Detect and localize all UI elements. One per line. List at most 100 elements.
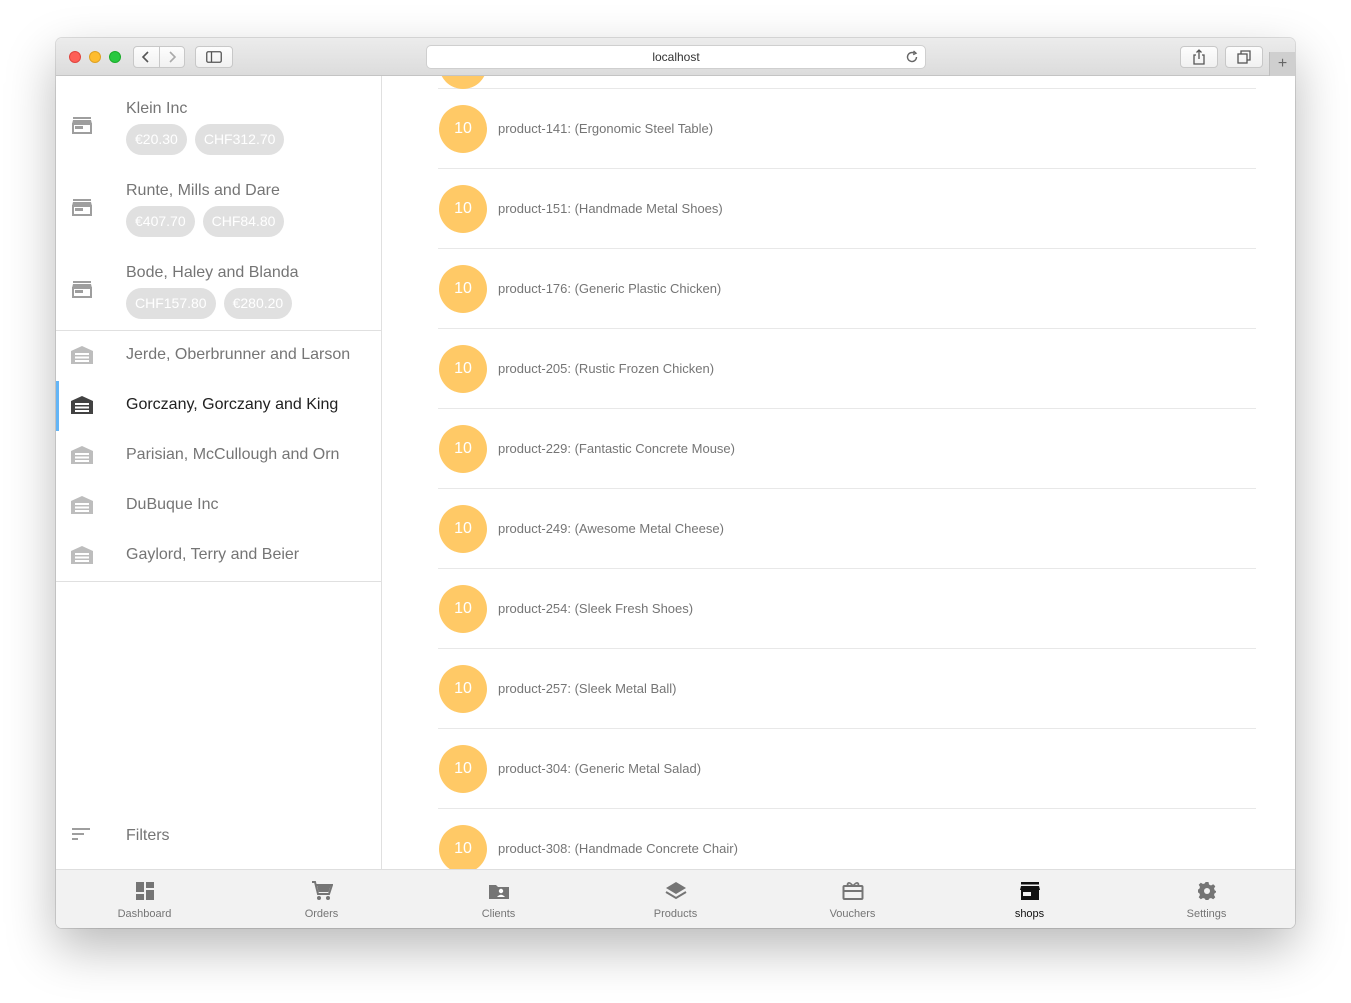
browser-window: localhost + Klein Inc €20.30 CHF312.70 R… [56, 38, 1295, 928]
cart-icon [311, 880, 333, 902]
product-label: product-205: (Rustic Frozen Chicken) [498, 361, 715, 376]
list-item[interactable]: 10 product-249: (Awesome Metal Cheese) [438, 489, 1256, 569]
warehouse-icon [70, 395, 94, 420]
dashboard-icon [135, 880, 155, 902]
close-window-button[interactable] [69, 51, 81, 63]
new-tab-button[interactable]: + [1269, 52, 1295, 76]
product-label: product-229: (Fantastic Concrete Mouse) [498, 441, 735, 456]
warehouse-item[interactable]: Jerde, Oberbrunner and Larson [56, 331, 381, 381]
product-list: 10 product-141: (Ergonomic Steel Table) … [438, 76, 1256, 869]
gear-icon [1197, 880, 1217, 902]
quantity-badge: 10 [439, 665, 487, 713]
shop-name: Bode, Haley and Blanda [126, 264, 299, 281]
nav-shops[interactable]: shops [941, 870, 1118, 928]
store-icon [72, 280, 92, 303]
filters-button[interactable]: Filters [56, 816, 381, 856]
balance-chips: CHF157.80 €280.20 [126, 288, 293, 319]
quantity-badge: 10 [439, 185, 487, 233]
gift-card-icon [842, 880, 864, 902]
reload-icon [906, 50, 918, 63]
history-nav [133, 46, 185, 68]
balance-chip: CHF312.70 [194, 124, 285, 155]
plus-icon: + [1277, 55, 1288, 72]
list-item[interactable]: 10 product-308: (Handmade Concrete Chair… [438, 809, 1256, 869]
warehouse-item[interactable]: Gaylord, Terry and Beier [56, 531, 381, 581]
balance-chips: €407.70 CHF84.80 [126, 206, 285, 237]
reload-button[interactable] [905, 50, 919, 67]
product-label: product-249: (Awesome Metal Cheese) [498, 521, 724, 536]
nav-label: shops [1014, 908, 1045, 920]
warehouse-item[interactable]: DuBuque Inc [56, 481, 381, 531]
warehouse-icon [70, 495, 94, 520]
list-item[interactable] [438, 76, 1256, 89]
list-item[interactable]: 10 product-304: (Generic Metal Salad) [438, 729, 1256, 809]
nav-orders[interactable]: Orders [233, 870, 410, 928]
list-item[interactable]: 10 product-229: (Fantastic Concrete Mous… [438, 409, 1256, 489]
bottom-navigation: Dashboard Orders Clients Products Vouche… [56, 869, 1295, 928]
shop-name: Klein Inc [126, 100, 188, 117]
list-item[interactable]: 10 product-254: (Sleek Fresh Shoes) [438, 569, 1256, 649]
quantity-badge: 10 [439, 745, 487, 793]
show-tabs-button[interactable] [1225, 46, 1263, 68]
balance-chips: €20.30 CHF312.70 [126, 124, 285, 155]
nav-label: Orders [304, 908, 339, 920]
chevron-left-icon [142, 51, 150, 63]
list-item[interactable]: 10 product-205: (Rustic Frozen Chicken) [438, 329, 1256, 409]
minimize-window-button[interactable] [89, 51, 101, 63]
list-item[interactable]: 10 product-151: (Handmade Metal Shoes) [438, 169, 1256, 249]
shop-item[interactable]: Bode, Haley and Blanda CHF157.80 €280.20 [56, 240, 381, 322]
nav-label: Dashboard [117, 908, 172, 920]
list-item[interactable]: 10 product-257: (Sleek Metal Ball) [438, 649, 1256, 729]
url-text: localhost [652, 50, 700, 64]
forward-button[interactable] [158, 47, 184, 67]
tabs-icon [1237, 50, 1251, 64]
product-label: product-151: (Handmade Metal Shoes) [498, 201, 723, 216]
share-button[interactable] [1180, 46, 1218, 68]
chevron-right-icon [169, 51, 177, 63]
contacts-folder-icon [488, 880, 510, 902]
nav-clients[interactable]: Clients [410, 870, 587, 928]
warehouse-item-selected[interactable]: Gorczany, Gorczany and King [56, 381, 381, 431]
product-label: product-141: (Ergonomic Steel Table) [498, 121, 714, 136]
filter-list-icon [72, 826, 92, 847]
nav-dashboard[interactable]: Dashboard [56, 870, 233, 928]
list-item[interactable]: 10 product-176: (Generic Plastic Chicken… [438, 249, 1256, 329]
quantity-badge: 10 [439, 345, 487, 393]
quantity-badge: 10 [439, 505, 487, 553]
product-list-panel: 10 product-141: (Ergonomic Steel Table) … [383, 76, 1295, 869]
nav-label: Clients [481, 908, 516, 920]
product-label: product-257: (Sleek Metal Ball) [498, 681, 677, 696]
nav-label: Settings [1186, 908, 1227, 920]
share-icon [1193, 49, 1205, 65]
back-button[interactable] [134, 47, 159, 67]
nav-vouchers[interactable]: Vouchers [764, 870, 941, 928]
balance-chip: €20.30 [126, 124, 187, 155]
nav-label: Vouchers [829, 908, 876, 920]
store-icon [72, 116, 92, 139]
list-item[interactable]: 10 product-141: (Ergonomic Steel Table) [438, 89, 1256, 169]
address-bar[interactable]: localhost [426, 45, 926, 69]
warehouse-name: Gorczany, Gorczany and King [126, 396, 339, 413]
app-content: Klein Inc €20.30 CHF312.70 Runte, Mills … [56, 76, 1295, 869]
shops-sidebar: Klein Inc €20.30 CHF312.70 Runte, Mills … [56, 76, 382, 869]
warehouse-name: Jerde, Oberbrunner and Larson [126, 346, 351, 363]
warehouse-icon [70, 345, 94, 370]
warehouse-item[interactable]: Parisian, McCullough and Orn [56, 431, 381, 481]
quantity-badge: 10 [439, 425, 487, 473]
toggle-sidebar-button[interactable] [195, 46, 233, 68]
warehouse-name: Gaylord, Terry and Beier [126, 546, 300, 563]
zoom-window-button[interactable] [109, 51, 121, 63]
balance-chip: CHF84.80 [202, 206, 285, 237]
warehouse-name: Parisian, McCullough and Orn [126, 446, 340, 463]
nav-settings[interactable]: Settings [1118, 870, 1295, 928]
shop-item[interactable]: Runte, Mills and Dare €407.70 CHF84.80 [56, 158, 381, 240]
warehouse-icon [70, 445, 94, 470]
product-label: product-254: (Sleek Fresh Shoes) [498, 601, 694, 616]
store-icon [72, 198, 92, 221]
product-label: product-304: (Generic Metal Salad) [498, 761, 702, 776]
filters-label: Filters [126, 827, 170, 844]
quantity-badge: 10 [439, 265, 487, 313]
nav-products[interactable]: Products [587, 870, 764, 928]
shop-item[interactable]: Klein Inc €20.30 CHF312.70 [56, 76, 381, 158]
quantity-badge: 10 [439, 585, 487, 633]
